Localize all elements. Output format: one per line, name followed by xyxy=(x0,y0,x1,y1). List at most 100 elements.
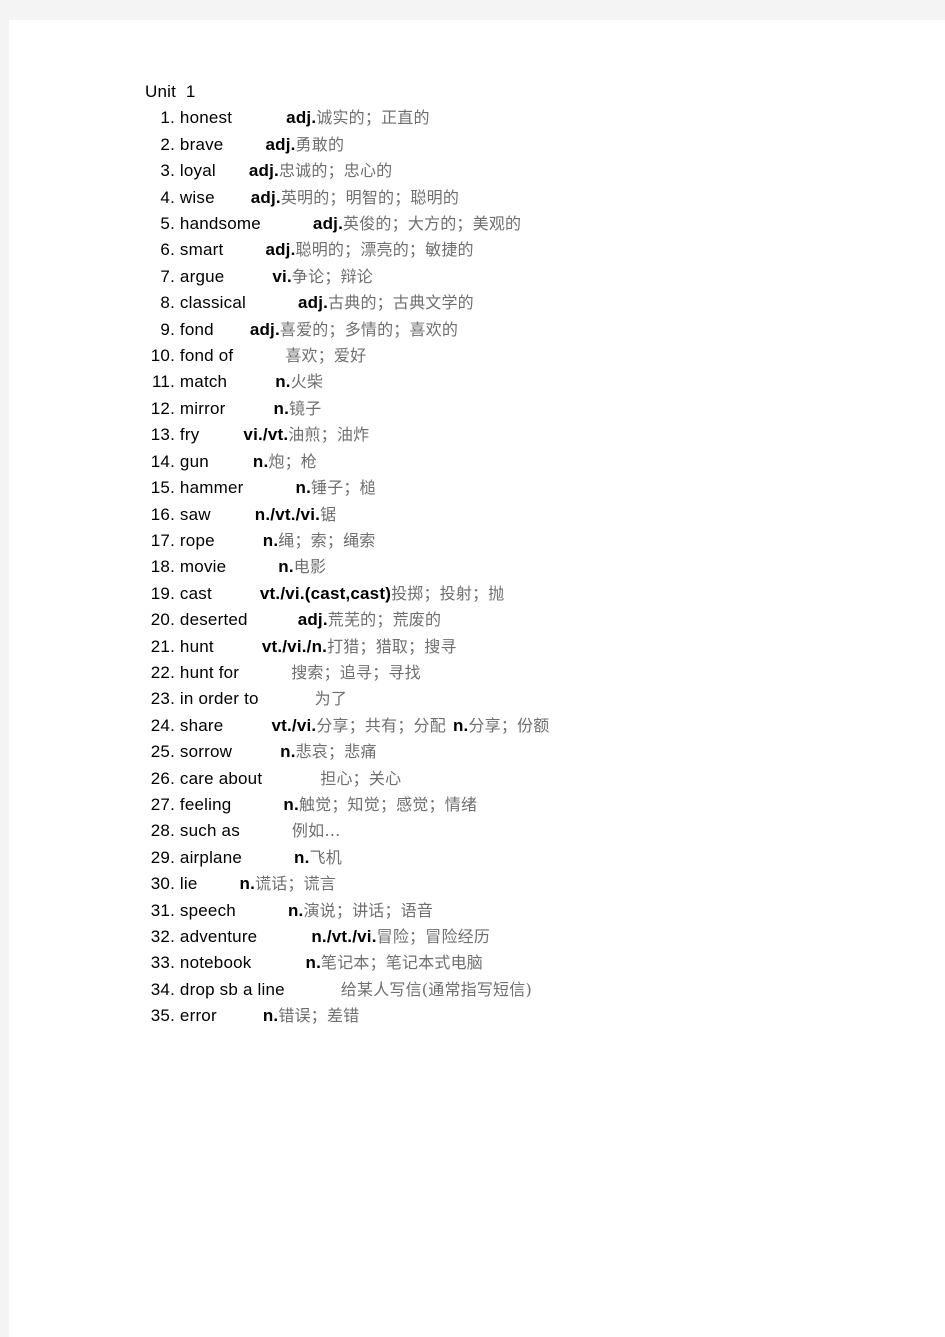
vocabulary-entry: 32. adventure n./vt./vi.冒险；冒险经历 xyxy=(145,924,905,950)
entry-term: wise xyxy=(175,187,215,207)
entry-term: share xyxy=(175,715,224,735)
entry-part-of-speech: n. xyxy=(305,953,321,973)
entry-part-of-speech: n. xyxy=(283,794,299,814)
vocabulary-entry: 9. fond adj.喜爱的；多情的；喜欢的 xyxy=(145,317,905,343)
entry-number: 31. xyxy=(150,900,175,920)
vocabulary-entry: 6. smart adj.聪明的；漂亮的；敏捷的 xyxy=(145,237,905,263)
entry-number: 35. xyxy=(150,1006,175,1026)
vocabulary-entry: 21. hunt vt./vi./n.打猎；猎取；搜寻 xyxy=(145,634,905,660)
entry-part-of-speech: n. xyxy=(273,398,290,418)
vocabulary-entry: 12. mirror n.镜子 xyxy=(145,396,905,422)
vocabulary-entry: 14. gun n.炮；枪 xyxy=(145,449,905,475)
entry-gloss: 飞机 xyxy=(309,847,342,867)
entry-number: 21. xyxy=(150,636,175,656)
entry-number: 22. xyxy=(150,662,175,682)
entry-term: mirror xyxy=(175,398,226,418)
vocabulary-entry: 25. sorrow n.悲哀；悲痛 xyxy=(145,739,905,765)
entry-gloss: 油煎；油炸 xyxy=(288,425,370,445)
entry-part-of-speech: n./vt./vi. xyxy=(311,927,377,946)
entry-gloss: 喜爱的；多情的；喜欢的 xyxy=(279,319,459,339)
vocabulary-entry: 31. speech n.演说；讲话；语音 xyxy=(145,898,905,924)
document-content: Unit 1 1. honest adj.诚实的；正直的 2. brave adj.勇… xyxy=(145,79,905,1030)
entry-part-of-speech: adj. xyxy=(312,214,344,234)
entry-number: 34. xyxy=(150,979,175,999)
entry-gloss: 英俊的；大方的；美观的 xyxy=(343,214,522,234)
entry-gloss: 例如… xyxy=(291,821,341,841)
entry-number: 16. xyxy=(150,504,175,524)
entry-gloss: 搜索；追寻；寻找 xyxy=(291,662,421,682)
entry-term: adventure xyxy=(175,927,258,946)
entry-part-of-speech: vi. xyxy=(272,266,292,286)
entry-gloss: 触觉；知觉；感觉；情绪 xyxy=(298,794,478,814)
entry-number: 18. xyxy=(150,557,175,577)
entry-number: 11. xyxy=(152,372,175,392)
vocabulary-entry: 10. fond of 喜欢；爱好 xyxy=(145,343,905,369)
entry-number: 1. xyxy=(160,108,175,128)
entry-term: feeling xyxy=(175,794,232,814)
entry-part-of-speech: n./vt./vi. xyxy=(254,504,321,524)
entry-gloss: 聪明的；漂亮的；敏捷的 xyxy=(295,240,474,260)
entry-part-of-speech: n. xyxy=(278,557,294,577)
entry-part-of-speech: n. xyxy=(280,742,296,762)
entry-term: such as xyxy=(175,821,240,841)
document-page: Unit 1 1. honest adj.诚实的；正直的 2. brave adj.勇… xyxy=(9,20,945,1337)
entry-number: 8. xyxy=(160,293,175,313)
entry-number: 33. xyxy=(150,953,175,973)
vocabulary-entry: 28. such as 例如… xyxy=(145,818,905,844)
vocabulary-entry: 19. cast vt./vi.(cast,cast)投掷；投射；抛 xyxy=(145,581,905,607)
entry-part-of-speech: vt./vi./n. xyxy=(261,636,328,656)
entry-number: 9. xyxy=(160,319,175,339)
entry-part-of-speech: vt./vi.(cast,cast) xyxy=(259,583,392,603)
entry-term: saw xyxy=(175,504,211,524)
vocabulary-entry: 3. loyal adj.忠诚的；忠心的 xyxy=(145,158,905,184)
vocabulary-entry: 29. airplane n.飞机 xyxy=(145,845,905,871)
entry-gloss: 诚实的；正直的 xyxy=(316,108,430,128)
entry-number: 7. xyxy=(160,266,175,286)
entry-part-of-speech: adj. xyxy=(250,187,281,207)
entry-gloss: 担心；关心 xyxy=(320,768,402,788)
vocabulary-entry: 11. match n.火柴 xyxy=(145,369,905,395)
entry-term: match xyxy=(175,372,228,392)
entry-part-of-speech: n. xyxy=(275,372,291,392)
entry-gloss: 给某人写信(通常指写短信) xyxy=(340,979,532,999)
entry-gloss: 忠诚的；忠心的 xyxy=(278,161,393,181)
entry-gloss: 绳；索；绳索 xyxy=(278,530,376,550)
entry-term: error xyxy=(175,1006,217,1026)
entry-number: 26. xyxy=(150,768,175,788)
entry-gloss: 争论；辩论 xyxy=(291,266,373,286)
vocabulary-entry: 33. notebook n.笔记本；笔记本式电脑 xyxy=(145,950,905,976)
entry-term: loyal xyxy=(175,161,216,181)
entry-part-of-speech: adj. xyxy=(286,108,317,128)
entry-part-of-speech: vt./vi. xyxy=(271,715,317,735)
entry-number: 15. xyxy=(150,478,175,498)
vocabulary-entry: 26. care about 担心；关心 xyxy=(145,766,905,792)
entry-number: 4. xyxy=(160,187,175,207)
entry-gloss: 勇敢的 xyxy=(295,134,345,154)
entry-number: 3. xyxy=(160,161,175,181)
entry-term: rope xyxy=(175,530,215,550)
entry-gloss: 打猎；猎取；搜寻 xyxy=(327,636,457,656)
entry-term: handsome xyxy=(175,214,261,234)
entry-gloss: 演说；讲话；语音 xyxy=(303,900,434,920)
entry-term: drop sb a line xyxy=(175,979,285,999)
vocabulary-entry: 13. fry vi./vt.油煎；油炸 xyxy=(145,422,905,448)
entry-part-of-speech: adj. xyxy=(265,134,296,154)
entry-term: argue xyxy=(175,266,225,286)
entry-gloss: 为了 xyxy=(314,689,348,709)
entry-number: 25. xyxy=(150,742,175,762)
entry-gloss: 笔记本；笔记本式电脑 xyxy=(321,953,484,973)
entry-part-of-speech: adj. xyxy=(249,319,280,339)
vocabulary-entry: 16. saw n./vt./vi.锯 xyxy=(145,502,905,528)
entry-term: fry xyxy=(175,425,200,445)
vocabulary-entry: 1. honest adj.诚实的；正直的 xyxy=(145,105,905,131)
entry-part-of-speech-secondary: n. xyxy=(452,715,469,735)
entry-number: 12. xyxy=(150,398,175,418)
entry-part-of-speech: n. xyxy=(287,900,304,920)
entry-gloss: 冒险；冒险经历 xyxy=(376,927,491,946)
vocabulary-entry: 15. hammer n.锤子；槌 xyxy=(145,475,905,501)
entry-number: 27. xyxy=(150,794,175,814)
scan-top-band xyxy=(0,0,945,20)
vocabulary-entry: 7. argue vi.争论；辩论 xyxy=(145,264,905,290)
vocabulary-entry: 24. share vt./vi.分享；共有；分配 n.分享；份额 xyxy=(145,713,905,739)
entry-gloss: 错误；差错 xyxy=(278,1006,360,1026)
